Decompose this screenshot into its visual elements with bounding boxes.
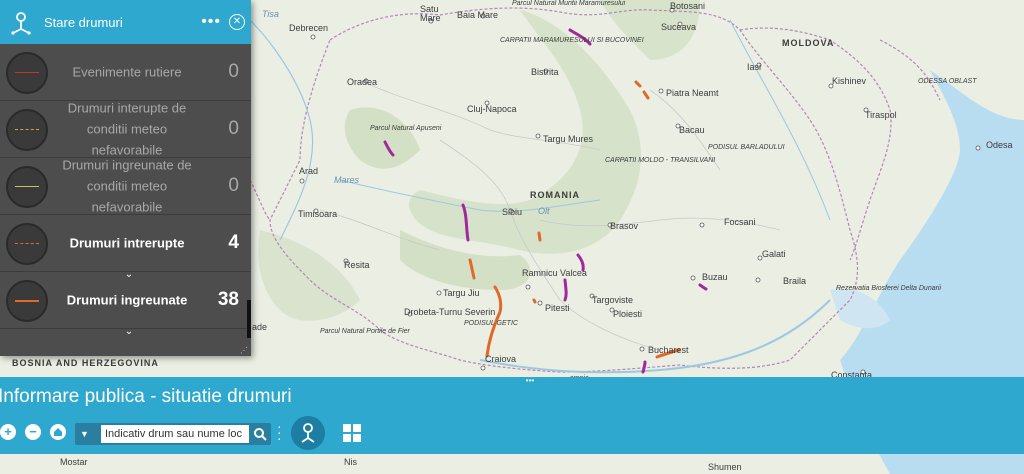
map-label: Piatra Neamt [666,88,719,98]
legend-symbol [6,109,48,151]
resize-grip-icon[interactable]: ⋰ [240,346,248,355]
legend-item-label: Drumuri ingreunate [66,292,188,308]
search-box: ▼ [75,423,271,445]
park-label: Parcul Natural Muntii Maramuresului [512,0,626,7]
map-label: Odesa [986,140,1013,150]
legend-item-count: 0 [228,118,239,139]
map-label: Debrecen [289,23,328,33]
map-label: Sibiu [502,207,522,217]
country-label: ROMANIA [530,190,580,200]
river-label: Mares [334,175,360,185]
vertical-ellipsis-icon[interactable]: · · · [277,419,283,445]
ellipsis-icon[interactable]: ••• [201,13,221,31]
region-label: ODESSA OBLAST [918,78,977,85]
panel-header: Stare drumuri ••• ✕ [0,0,251,44]
panel-title: Stare drumuri [44,14,123,30]
map-label: Mare [420,13,441,23]
road-network-icon [301,423,315,443]
map-label: Targoviste [592,295,633,305]
legend-item-label: Evenimente rutiere [72,64,182,80]
map-label: Ramnicu Valcea [522,268,587,278]
region-label: PODISUL GETIC [464,320,519,327]
legend-symbol [6,223,48,265]
legend-item-count: 0 [228,175,239,196]
map-label: Oradea [347,77,377,87]
map-label: Targu Jiu [443,288,480,298]
map-label: Braila [783,276,806,286]
map-label: Botosani [670,1,705,11]
legend-button[interactable] [291,416,325,450]
legend-item-label: Drumuri interupte de conditii meteo nefa… [67,100,187,158]
map-label: Ploiesti [613,309,642,319]
legend-item-count: 4 [228,232,239,253]
legend-item-label: Drumuri intrerupte [69,235,185,251]
grid-icon[interactable] [342,423,362,443]
legend-symbol [6,52,48,94]
legend-item-intrerupte[interactable]: Drumuri intrerupte 4 ⌄ [0,215,251,280]
legend-item-label: Drumuri ingreunate de conditii meteo nef… [62,157,192,215]
map-label: Resita [344,260,370,270]
home-icon[interactable] [50,424,66,440]
map-label: Arad [299,166,318,176]
legend-item-evenimente[interactable]: Evenimente rutiere 0 [0,44,251,101]
river-label: Tisa [262,9,279,19]
country-label: BOSNIA AND HERZEGOVINA [12,358,159,368]
close-circle-icon[interactable]: ✕ [229,14,245,30]
map-label: Buzau [702,272,728,282]
map-label: Bacau [679,125,705,135]
map-label: Targu Mures [543,134,594,144]
region-label: PODISUL BARLADULUI [708,144,785,151]
map-label: Iasi [747,62,761,72]
legend-symbol [6,166,48,208]
region-label: CARPATII MOLDO - TRANSILVANI [605,157,715,164]
map-label: Timisoara [298,209,337,219]
map-label: Suceava [661,22,696,32]
river-label: Olt [538,206,550,216]
region-label: CARPATII MARAMURESULUI SI BUCOVINEI [500,37,644,44]
chevron-down-icon[interactable]: ⌄ [122,326,136,337]
legend-item-ingreunate[interactable]: Drumuri ingreunate 38 ⌄ [0,272,251,337]
legend-symbol [6,280,48,322]
country-label: MOLDOVA [782,38,834,48]
panel-scrollbar[interactable] [247,300,251,338]
road-network-icon [11,12,31,35]
map-label: Tiraspol [865,110,897,120]
map-label: Shumen [708,462,742,472]
zoom-in-icon[interactable]: + [0,424,16,440]
map-label: Pitesti [545,303,570,313]
search-icon[interactable] [252,426,268,442]
map-label: Baia Mare [457,10,498,20]
legend-item-ingreunate-meteo[interactable]: Drumuri ingreunate de conditii meteo nef… [0,158,251,215]
road-status-panel: Stare drumuri ••• ✕ Evenimente rutiere 0… [0,0,251,356]
map-label: Focsani [724,217,756,227]
map-label: ade [252,322,267,332]
map-label: Craiova [485,354,516,364]
legend-item-count: 0 [228,61,239,82]
chevron-down-icon[interactable]: ▼ [80,429,89,439]
map-label: Drobeta-Turnu Severin [404,307,495,317]
app-title: Informare publica - situatie drumuri [0,386,292,407]
park-label: Rezervatia Biosferei Delta Dunarii [836,285,941,292]
search-input[interactable] [101,425,249,443]
map-label: Kishinev [832,76,867,86]
map-label: Nis [344,457,357,467]
map-label: Bucharest [648,345,689,355]
legend-item-intrerupte-meteo[interactable]: Drumuri interupte de conditii meteo nefa… [0,101,251,158]
map-label: Mostar [60,457,88,467]
bottom-toolbar: ••• Informare publica - situatie drumuri… [0,376,1024,454]
map-label: Cluj-Napoca [467,104,517,114]
zoom-out-icon[interactable]: − [25,424,41,440]
map-label: Galati [762,249,786,259]
park-label: Parcul Natural Portile de Fier [320,328,411,335]
park-label: Parcul Natural Apuseni [370,125,442,132]
map-label: Brasov [610,221,639,231]
legend-item-count: 38 [217,289,239,310]
map-label: Bistrita [531,67,559,77]
drag-handle-icon[interactable]: ••• [522,376,538,385]
